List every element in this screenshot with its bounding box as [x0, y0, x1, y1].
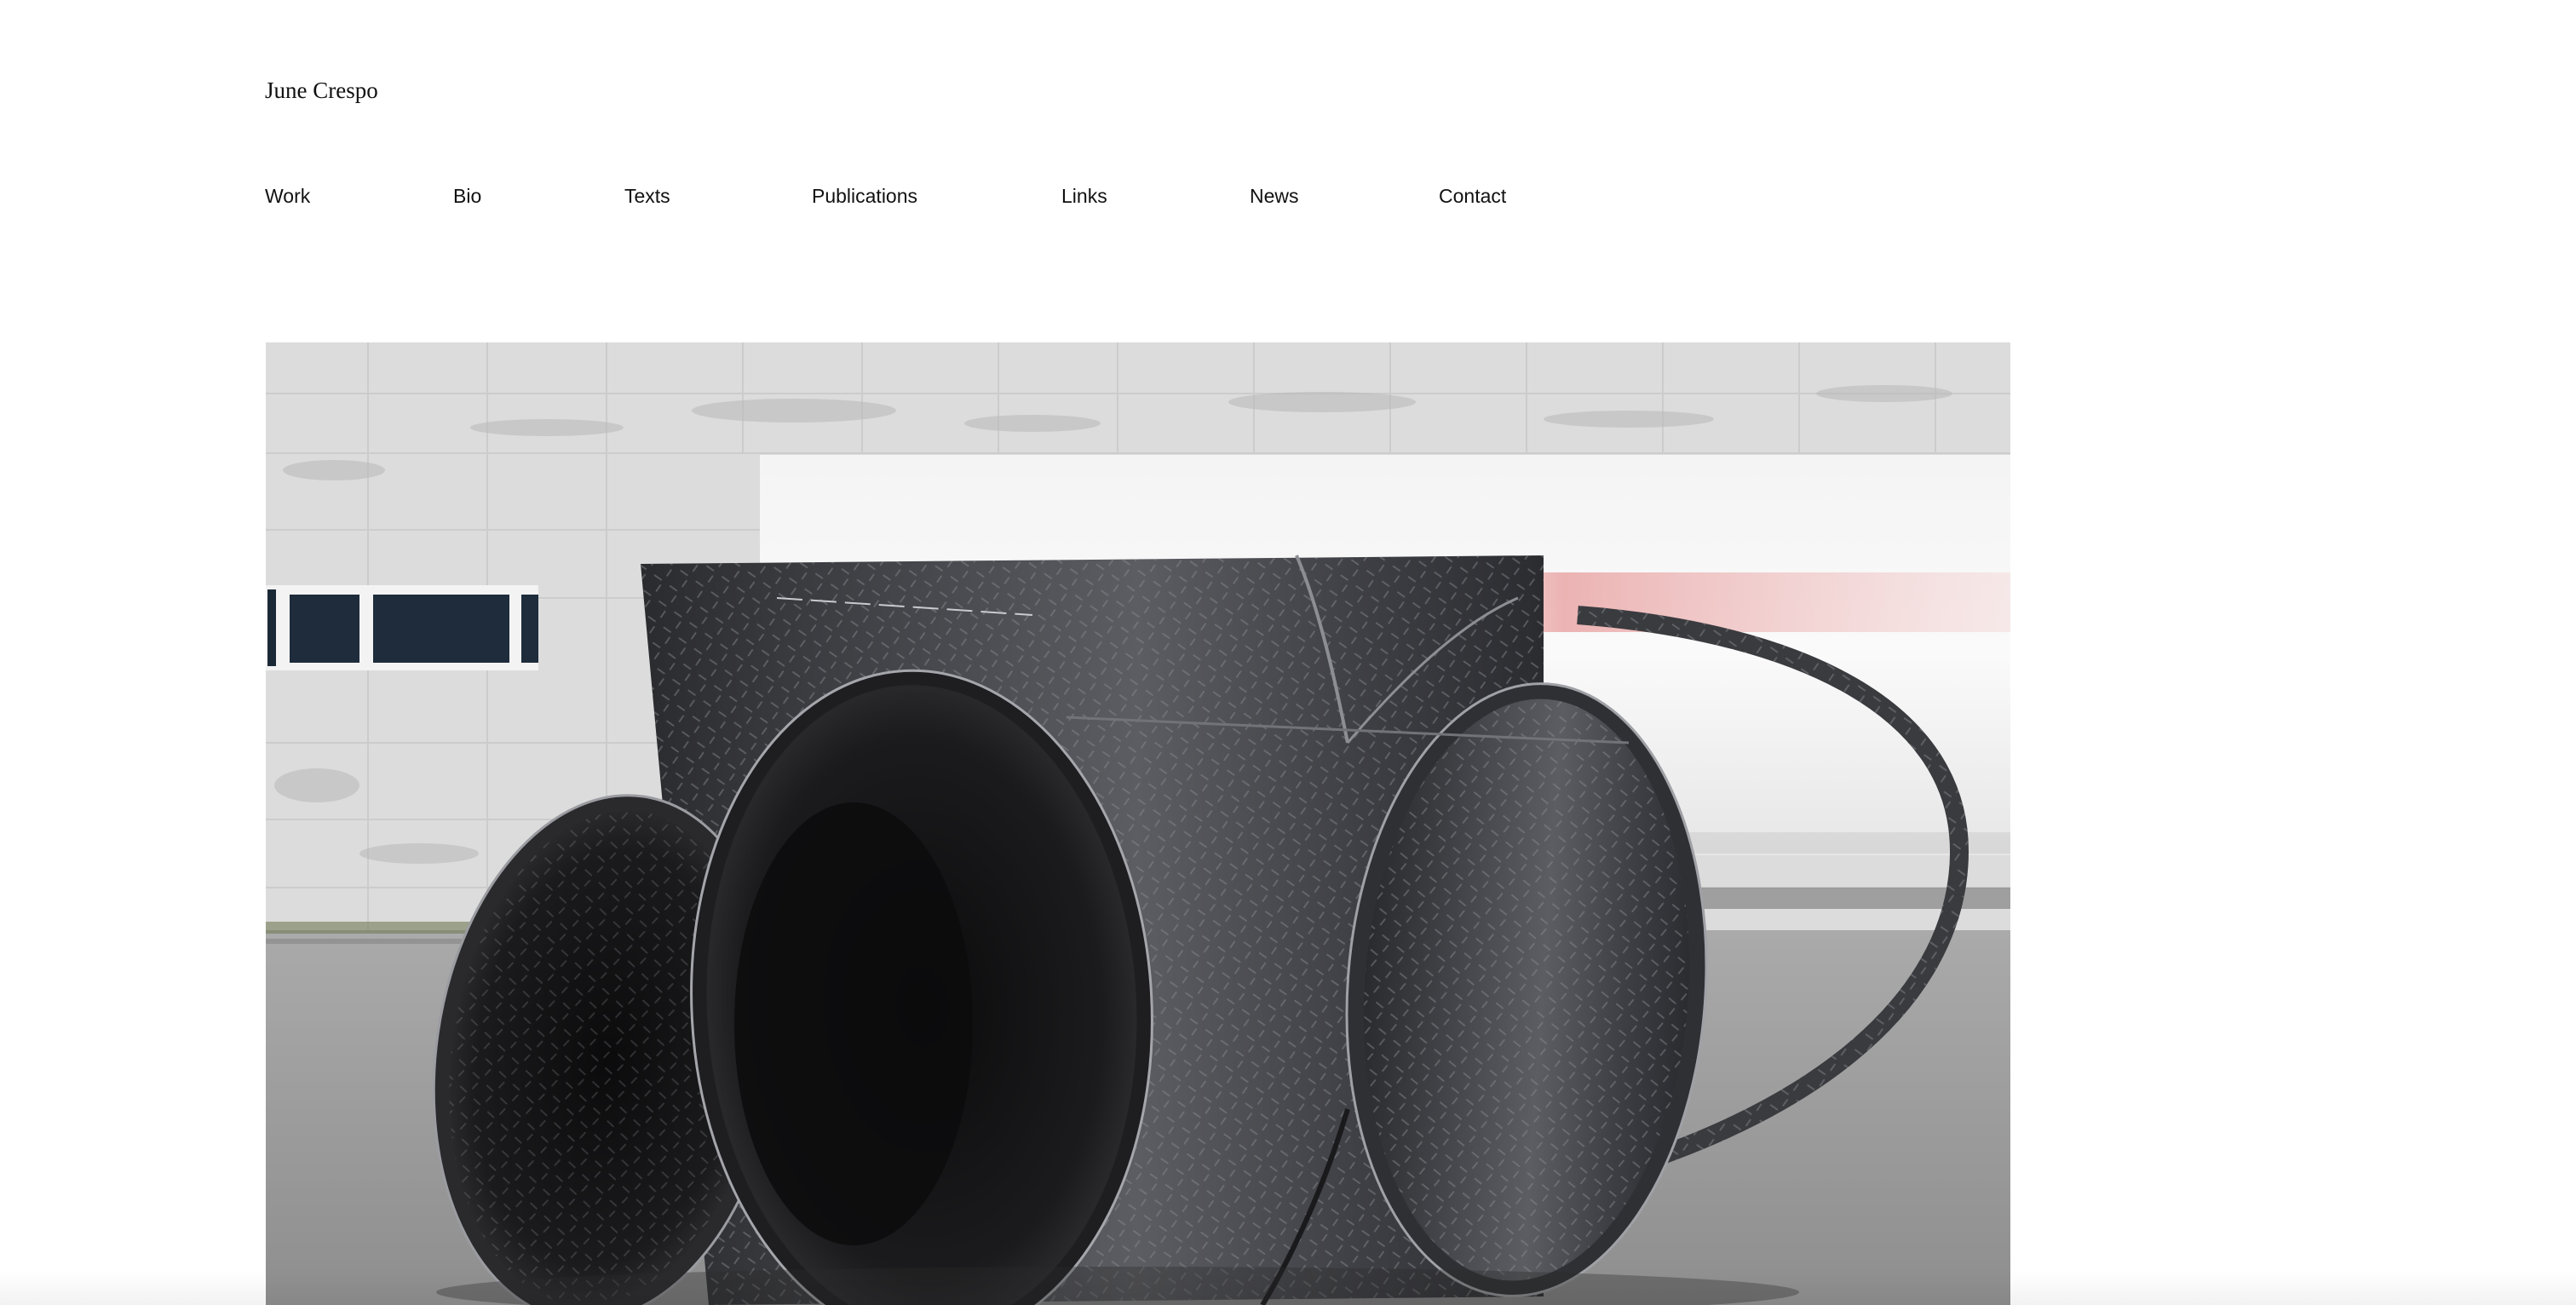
nav-item-work[interactable]: Work	[265, 181, 310, 211]
main-nav: Work Bio Texts Publications Links News C…	[265, 181, 1798, 211]
nav-item-bio[interactable]: Bio	[453, 181, 481, 211]
nav-item-contact[interactable]: Contact	[1439, 181, 1506, 211]
nav-item-links[interactable]: Links	[1061, 181, 1107, 211]
nav-item-publications[interactable]: Publications	[812, 181, 917, 211]
nav-item-texts[interactable]: Texts	[624, 181, 670, 211]
sculpture-photo	[266, 342, 2010, 1305]
page: June Crespo Work Bio Texts Publications …	[0, 0, 2576, 1305]
hero-image[interactable]	[266, 342, 2010, 1305]
nav-item-news[interactable]: News	[1250, 181, 1299, 211]
site-title-link[interactable]: June Crespo	[265, 75, 378, 106]
